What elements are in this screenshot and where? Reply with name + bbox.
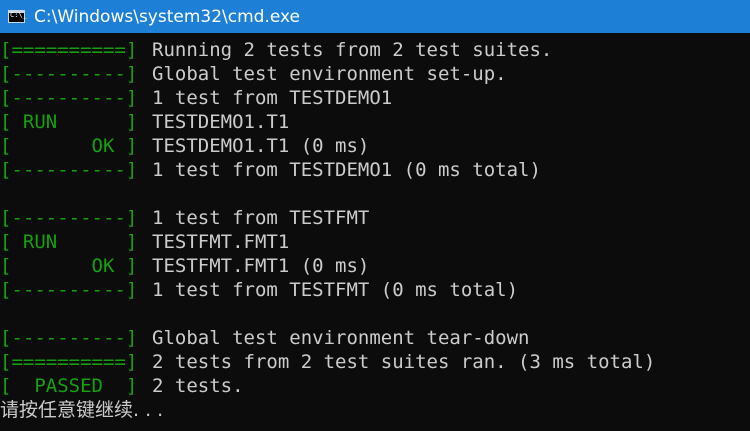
title-bar[interactable]: C:\_ C:\Windows\system32\cmd.exe [0, 0, 750, 33]
test-message: TESTFMT.FMT1 [152, 231, 290, 253]
test-status-tag: [----------] [0, 159, 138, 181]
test-message: TESTFMT.FMT1 (0 ms) [152, 255, 370, 277]
cmd-icon: C:\_ [8, 10, 27, 23]
console-prompt-line: 请按任意键继续. . . [0, 398, 750, 422]
cmd-window: C:\_ C:\Windows\system32\cmd.exe [======… [0, 0, 750, 431]
console-line: [ PASSED ] 2 tests. [0, 374, 750, 398]
test-message: 2 tests from 2 test suites ran. (3 ms to… [152, 351, 656, 373]
test-message: Running 2 tests from 2 test suites. [152, 39, 553, 61]
console-line: [----------] 1 test from TESTDEMO1 (0 ms… [0, 158, 750, 182]
console-line: [==========] Running 2 tests from 2 test… [0, 38, 750, 62]
test-message: 1 test from TESTDEMO1 (0 ms total) [152, 159, 541, 181]
test-status-tag: [----------] [0, 207, 138, 229]
test-status-tag: [----------] [0, 63, 138, 85]
cmd-icon-prompt: C:\_ [10, 11, 27, 19]
test-message: TESTDEMO1.T1 (0 ms) [152, 135, 370, 157]
test-status-tag: [ OK ] [0, 255, 138, 277]
test-status-tag: [----------] [0, 279, 138, 301]
console-output[interactable]: [==========] Running 2 tests from 2 test… [0, 38, 750, 431]
test-status-tag: [ PASSED ] [0, 375, 138, 397]
test-message: 1 test from TESTDEMO1 [152, 87, 393, 109]
test-message: Global test environment tear-down [152, 327, 530, 349]
test-status-tag: [----------] [0, 87, 138, 109]
console-line: [ OK ] TESTDEMO1.T1 (0 ms) [0, 134, 750, 158]
test-status-tag: [----------] [0, 327, 138, 349]
test-message: 1 test from TESTFMT (0 ms total) [152, 279, 519, 301]
test-message: TESTDEMO1.T1 [152, 111, 290, 133]
press-any-key-prompt: 请按任意键继续. . . [0, 399, 164, 421]
console-line: [----------] 1 test from TESTFMT (0 ms t… [0, 278, 750, 302]
test-message: 2 tests. [152, 375, 244, 397]
console-line: [----------] Global test environment set… [0, 62, 750, 86]
test-status-tag: [ OK ] [0, 135, 138, 157]
console-line: [ RUN ] TESTDEMO1.T1 [0, 110, 750, 134]
console-line: [==========] 2 tests from 2 test suites … [0, 350, 750, 374]
console-line: [----------] Global test environment tea… [0, 326, 750, 350]
console-line: [ RUN ] TESTFMT.FMT1 [0, 230, 750, 254]
test-status-tag: [==========] [0, 351, 138, 373]
test-status-tag: [ RUN ] [0, 231, 138, 253]
test-message: Global test environment set-up. [152, 63, 507, 85]
test-status-tag: [==========] [0, 39, 138, 61]
test-message: 1 test from TESTFMT [152, 207, 370, 229]
console-line: [----------] 1 test from TESTFMT [0, 206, 750, 230]
console-line: [ OK ] TESTFMT.FMT1 (0 ms) [0, 254, 750, 278]
test-status-tag: [ RUN ] [0, 111, 138, 133]
console-line: [----------] 1 test from TESTDEMO1 [0, 86, 750, 110]
window-title: C:\Windows\system32\cmd.exe [34, 6, 301, 27]
